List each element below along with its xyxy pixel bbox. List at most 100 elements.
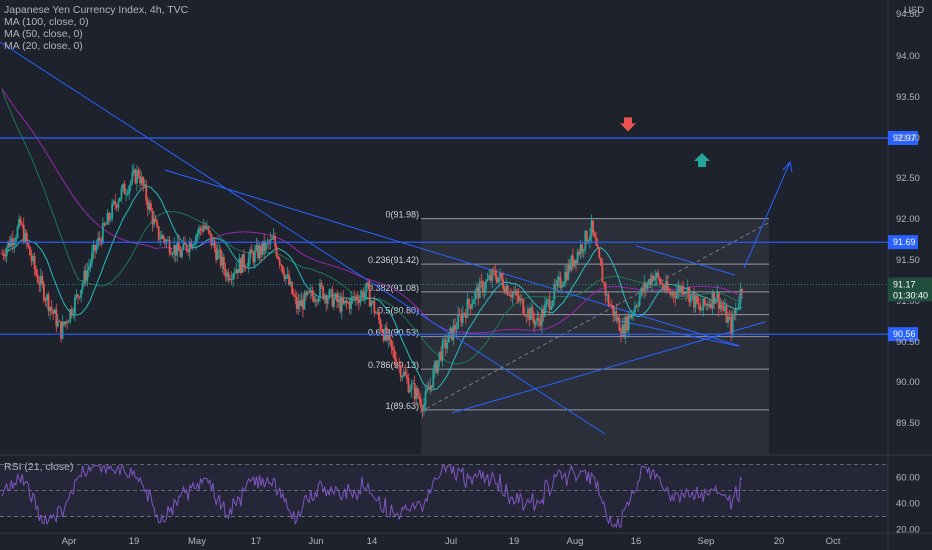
candle-body bbox=[680, 285, 683, 293]
rsi-pane[interactable]: 60.00 40.00 20.00 bbox=[0, 463, 920, 536]
candle-body bbox=[728, 316, 731, 318]
candle-body bbox=[309, 290, 312, 293]
candle-body bbox=[613, 311, 616, 316]
candle-body bbox=[640, 288, 643, 296]
legend-ma50: MA (50, close, 0) bbox=[4, 28, 83, 40]
candle-body bbox=[423, 404, 425, 411]
candle-body bbox=[584, 230, 587, 250]
candle bbox=[25, 229, 28, 249]
candle-body bbox=[548, 299, 551, 310]
candle-body bbox=[388, 334, 391, 340]
candle bbox=[22, 217, 25, 245]
candle-body bbox=[185, 244, 188, 251]
price-tick-label: 94.00 bbox=[896, 51, 920, 62]
candle-body bbox=[598, 248, 601, 258]
candle-body bbox=[215, 247, 217, 260]
rsi-legend: RSI (21, close) bbox=[4, 461, 74, 473]
candle-body bbox=[393, 350, 396, 360]
candle-body bbox=[91, 252, 93, 264]
candle-body bbox=[333, 298, 335, 307]
candle-body bbox=[60, 321, 62, 339]
candle-body bbox=[370, 302, 373, 307]
candle bbox=[182, 236, 185, 251]
candle-body bbox=[283, 273, 286, 280]
candle-body bbox=[736, 307, 739, 309]
candle-body bbox=[247, 257, 250, 268]
candle bbox=[142, 176, 145, 192]
candle bbox=[42, 281, 45, 304]
candle-body bbox=[525, 315, 528, 317]
candle-body bbox=[89, 263, 92, 267]
candle-body bbox=[550, 306, 553, 310]
candle-body bbox=[429, 385, 432, 390]
fib-level-label: 0.236(91.42) bbox=[368, 255, 419, 265]
candle-body bbox=[32, 256, 34, 261]
candle bbox=[213, 236, 216, 253]
candle bbox=[39, 268, 42, 293]
price-chart[interactable]: 0(91.98)0.236(91.42)0.382(91.08)0.5(90.8… bbox=[0, 0, 932, 550]
candle-body bbox=[741, 289, 743, 293]
time-tick-label: May bbox=[188, 536, 206, 547]
candle-body bbox=[208, 230, 211, 234]
time-tick-label: Sep bbox=[698, 536, 715, 547]
candle-body bbox=[326, 298, 329, 304]
candle-body bbox=[599, 257, 602, 266]
candle-body bbox=[432, 370, 435, 388]
candle-body bbox=[292, 293, 295, 296]
candle-body bbox=[316, 300, 318, 302]
candle bbox=[83, 266, 86, 287]
candle-body bbox=[240, 258, 242, 273]
candle-body bbox=[711, 292, 714, 308]
candle bbox=[10, 234, 13, 248]
candle bbox=[303, 290, 306, 310]
candle bbox=[47, 291, 50, 317]
candle-body bbox=[56, 320, 59, 327]
candle bbox=[298, 293, 301, 313]
candle bbox=[15, 234, 17, 246]
candle-body bbox=[523, 313, 526, 316]
candle-body bbox=[716, 292, 719, 299]
candle bbox=[21, 221, 24, 228]
candle bbox=[89, 259, 92, 273]
candle bbox=[16, 224, 19, 240]
candle bbox=[151, 207, 154, 232]
candle bbox=[190, 238, 193, 249]
candle-body bbox=[461, 312, 464, 323]
candle bbox=[393, 345, 396, 361]
candle-body bbox=[505, 285, 508, 294]
candle-body bbox=[514, 290, 517, 294]
candle bbox=[74, 294, 76, 322]
candle-body bbox=[542, 309, 545, 317]
candle-body bbox=[1, 253, 3, 255]
candle bbox=[247, 251, 250, 273]
candle-body bbox=[238, 258, 241, 273]
candle-body bbox=[232, 274, 235, 280]
candle bbox=[64, 320, 67, 328]
candle bbox=[319, 278, 321, 303]
candle bbox=[18, 215, 20, 229]
time-axis[interactable]: Apr 19 May 17 Jun 14 Jul 19 Aug 16 Sep 20 Oct bbox=[62, 536, 841, 547]
candle-body bbox=[255, 244, 258, 250]
candle-body bbox=[424, 391, 427, 405]
candle-body bbox=[253, 249, 256, 263]
candle-body bbox=[74, 297, 76, 314]
candle-body bbox=[122, 183, 124, 189]
candle-body bbox=[131, 172, 134, 182]
candle-body bbox=[508, 294, 511, 296]
candle-body bbox=[604, 283, 607, 296]
candle-body bbox=[258, 245, 261, 259]
candle-body bbox=[638, 295, 641, 306]
candle-body bbox=[191, 244, 194, 248]
candle-body bbox=[98, 237, 101, 240]
candle-body bbox=[297, 300, 300, 310]
candle-body bbox=[658, 277, 661, 284]
candle-body bbox=[294, 295, 297, 297]
time-tick-label: Aug bbox=[567, 536, 584, 547]
candle bbox=[58, 319, 61, 322]
candle-body bbox=[688, 287, 691, 302]
candle bbox=[233, 267, 236, 280]
candle-body bbox=[286, 274, 289, 276]
candle-body bbox=[494, 270, 497, 277]
candle bbox=[309, 283, 312, 299]
candle bbox=[292, 288, 295, 297]
